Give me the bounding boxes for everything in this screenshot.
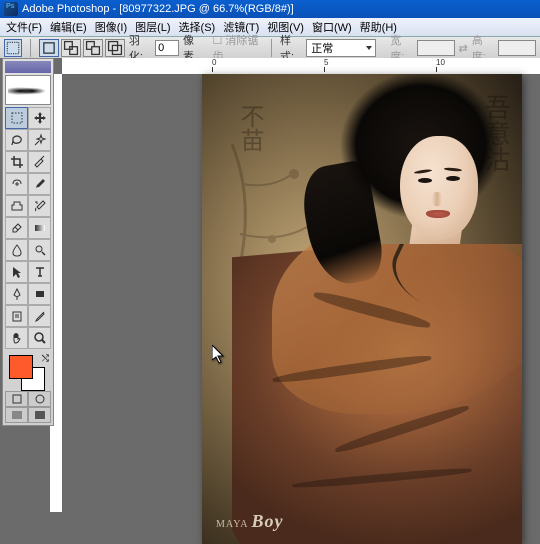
brush-tool[interactable] bbox=[28, 173, 51, 195]
mode-subtract-selection[interactable] bbox=[83, 39, 103, 57]
menu-window[interactable]: 窗口(W) bbox=[308, 19, 356, 35]
screen-mode-2-button[interactable] bbox=[28, 407, 51, 423]
photoshop-app-icon bbox=[4, 2, 18, 16]
clone-stamp-tool[interactable] bbox=[5, 195, 28, 217]
mode-intersect-selection[interactable] bbox=[105, 39, 125, 57]
figure-illustration bbox=[232, 74, 522, 544]
options-bar: 羽化: 0 像素 ☐ 消除锯齿 样式: 正常 宽度: ⇄ 高度: bbox=[0, 37, 540, 60]
separator bbox=[271, 39, 272, 57]
type-tool[interactable] bbox=[28, 261, 51, 283]
cursor-icon bbox=[212, 345, 226, 368]
width-input bbox=[417, 40, 455, 56]
zoom-tool[interactable] bbox=[28, 327, 51, 349]
watermark: MAYA Boy bbox=[216, 511, 283, 532]
lasso-tool[interactable] bbox=[5, 129, 28, 151]
eyedropper-tool[interactable] bbox=[28, 305, 51, 327]
hand-tool[interactable] bbox=[5, 327, 28, 349]
rectangle-tool[interactable] bbox=[28, 283, 51, 305]
height-input bbox=[498, 40, 536, 56]
swap-colors-icon[interactable]: ⤭ bbox=[42, 353, 49, 364]
crop-tool[interactable] bbox=[5, 151, 28, 173]
standard-mode-button[interactable] bbox=[5, 391, 28, 407]
color-swatches: ⤭ bbox=[5, 353, 51, 389]
move-tool[interactable] bbox=[28, 107, 51, 129]
path-selection-tool[interactable] bbox=[5, 261, 28, 283]
swap-wh-icon: ⇄ bbox=[459, 42, 468, 55]
blur-tool[interactable] bbox=[5, 239, 28, 261]
gradient-tool[interactable] bbox=[28, 217, 51, 239]
tool-preset-button[interactable] bbox=[4, 39, 22, 57]
toolbox-header[interactable] bbox=[5, 61, 51, 73]
ruler-horizontal[interactable]: 0 5 10 15 bbox=[62, 58, 540, 75]
marquee-tool[interactable] bbox=[5, 107, 28, 129]
mode-add-selection[interactable] bbox=[61, 39, 81, 57]
menu-bar: 文件(F) 编辑(E) 图像(I) 图层(L) 选择(S) 滤镜(T) 视图(V… bbox=[0, 18, 540, 37]
feather-input[interactable]: 0 bbox=[155, 40, 179, 56]
history-brush-tool[interactable] bbox=[28, 195, 51, 217]
pen-tool[interactable] bbox=[5, 283, 28, 305]
window-title: Adobe Photoshop - [80977322.JPG @ 66.7%(… bbox=[22, 3, 294, 15]
slice-tool[interactable] bbox=[28, 151, 51, 173]
window-titlebar: Adobe Photoshop - [80977322.JPG @ 66.7%(… bbox=[0, 0, 540, 18]
magic-wand-tool[interactable] bbox=[28, 129, 51, 151]
separator bbox=[30, 39, 31, 57]
quickmask-mode-button[interactable] bbox=[28, 391, 51, 407]
healing-brush-tool[interactable] bbox=[5, 173, 28, 195]
style-dropdown[interactable]: 正常 bbox=[306, 39, 376, 57]
screen-mode-1-button[interactable] bbox=[5, 407, 28, 423]
mode-buttons bbox=[5, 391, 51, 423]
eraser-tool[interactable] bbox=[5, 217, 28, 239]
dodge-tool[interactable] bbox=[28, 239, 51, 261]
brush-preview[interactable] bbox=[5, 75, 51, 105]
menu-file[interactable]: 文件(F) bbox=[2, 19, 46, 35]
foreground-color-swatch[interactable] bbox=[9, 355, 33, 379]
marquee-mode-group bbox=[39, 39, 125, 57]
notes-tool[interactable] bbox=[5, 305, 28, 327]
workspace: 0 5 10 15 ⤭ 吾意沽 不諳 不苗 廿誠 性厉 bbox=[0, 58, 540, 512]
mode-new-selection[interactable] bbox=[39, 39, 59, 57]
toolbox: ⤭ bbox=[2, 58, 54, 426]
document-canvas[interactable]: 吾意沽 不諳 不苗 廿誠 性厉 bbox=[202, 74, 522, 544]
menu-edit[interactable]: 编辑(E) bbox=[46, 19, 91, 35]
menu-image[interactable]: 图像(I) bbox=[91, 19, 131, 35]
